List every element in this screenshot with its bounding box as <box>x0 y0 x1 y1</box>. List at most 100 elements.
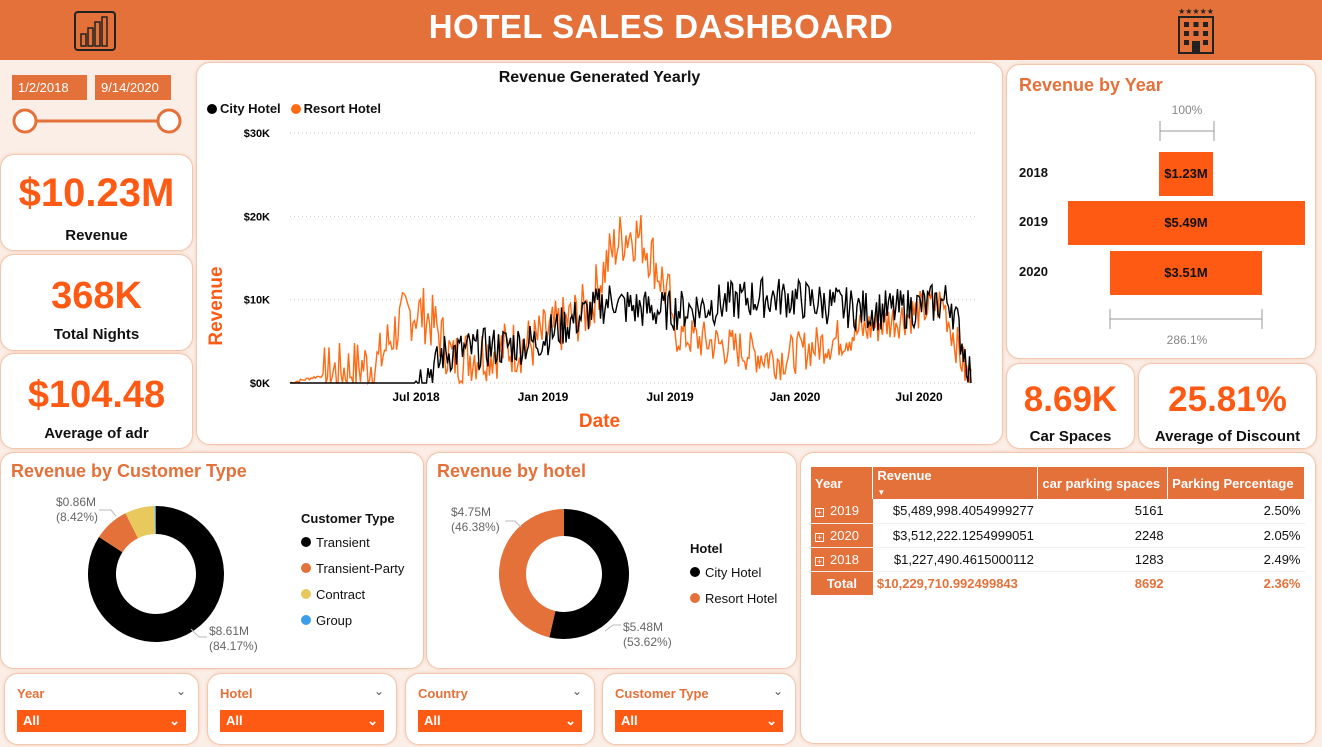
slicer-dropdown[interactable]: All ⌄ <box>418 710 582 732</box>
slider-start-handle[interactable] <box>12 108 38 134</box>
slicer-country[interactable]: Country ⌄ All ⌄ <box>405 673 595 745</box>
legend-item[interactable]: Transient <box>301 529 404 555</box>
funnel-bar[interactable]: $1.23M <box>1159 152 1213 196</box>
row-year[interactable]: +2019 <box>811 499 873 524</box>
legend-item[interactable]: City Hotel <box>690 559 777 585</box>
legend-item[interactable]: Contract <box>301 581 404 607</box>
date-range-slider[interactable] <box>8 106 188 136</box>
kpi-nights-label: Total Nights <box>53 326 140 343</box>
table-total-row: Total $10,229,710.992499843 8692 2.36% <box>811 571 1305 595</box>
funnel-bar[interactable]: $5.49M <box>1067 201 1305 245</box>
expand-icon[interactable]: + <box>815 556 824 566</box>
legend-label: Contract <box>316 586 366 602</box>
legend-label: Group <box>316 612 353 628</box>
chevron-down-icon[interactable]: ⌄ <box>374 684 384 698</box>
legend-label: Resort Hotel <box>705 590 778 606</box>
end-date-input[interactable]: 9/14/2020 <box>95 75 171 100</box>
row-revenue: $3,512,222.1254999051 <box>872 523 1038 548</box>
kpi-car-spaces-value: 8.69K <box>1023 380 1118 419</box>
legend-label: City Hotel <box>705 564 762 580</box>
chevron-down-icon[interactable]: ⌄ <box>766 710 777 732</box>
col-revenue-header[interactable]: Revenue ▼ <box>872 467 1039 499</box>
x-tick-label: Jul 2018 <box>392 390 440 404</box>
slicer-label: Customer Type <box>615 686 709 701</box>
kpi-adr-label: Average of adr <box>44 425 149 442</box>
row-parking: 1283 <box>1037 547 1168 572</box>
legend-item[interactable]: Resort Hotel <box>690 585 777 611</box>
legend-item[interactable]: Transient-Party <box>301 555 404 581</box>
customer-type-legend: Customer Type Transient Transient-Party Co… <box>301 511 404 633</box>
chevron-down-icon[interactable]: ⌄ <box>565 710 576 732</box>
expand-icon[interactable]: + <box>815 532 824 542</box>
col-year-header[interactable]: Year <box>811 467 874 499</box>
kpi-revenue-value: $10.23M <box>18 171 175 215</box>
slicer-customer-type[interactable]: Customer Type ⌄ All ⌄ <box>602 673 796 745</box>
chevron-down-icon[interactable]: ⌄ <box>169 710 180 732</box>
revenue-parking-table: Year Revenue ▼ car parking spaces Parking… <box>811 467 1305 595</box>
row-pct: 2.49% <box>1167 547 1305 572</box>
total-pct: 2.36% <box>1263 575 1301 591</box>
hotel-icon: ★★★★★ <box>1178 7 1214 54</box>
chevron-down-icon[interactable]: ⌄ <box>572 684 582 698</box>
row-parking: 2248 <box>1037 523 1168 548</box>
kpi-car-spaces-label: Car Spaces <box>1029 428 1112 445</box>
table-row[interactable]: +2020 $3,512,222.1254999051 2248 2.05% <box>811 523 1305 548</box>
row-revenue: $5,489,998.4054999277 <box>872 499 1038 524</box>
row-year[interactable]: +2018 <box>811 547 873 572</box>
kpi-adr-value: $104.48 <box>27 374 166 416</box>
page-title: HOTEL SALES DASHBOARD <box>428 8 894 45</box>
y-tick-label: $0K <box>250 378 270 390</box>
expand-icon[interactable]: + <box>815 508 824 518</box>
revenue-by-year-title: Revenue by Year <box>1019 75 1163 95</box>
row-pct: 2.05% <box>1167 523 1305 548</box>
kpi-car-spaces-card: 8.69K Car Spaces <box>1006 363 1135 449</box>
revenue-table-card: Year Revenue ▼ car parking spaces Parking… <box>800 452 1316 744</box>
col-pct-header[interactable]: Parking Percentage <box>1167 467 1305 499</box>
legend-dot <box>301 589 311 599</box>
slicer-label: Country <box>418 686 468 701</box>
start-date-input[interactable]: 1/2/2018 <box>12 75 87 100</box>
slicer-dropdown[interactable]: All ⌄ <box>220 710 384 732</box>
slicer-year[interactable]: Year ⌄ All ⌄ <box>4 673 199 745</box>
col-parking-header[interactable]: car parking spaces <box>1037 467 1169 499</box>
revenue-line-plot: $0K $10K $20K $30K Jul 2018 Jan 2019 Jul 2019… <box>244 128 977 404</box>
kpi-revenue-label: Revenue <box>65 227 128 244</box>
slicer-hotel[interactable]: Hotel ⌄ All ⌄ <box>207 673 397 745</box>
funnel-year-label: 2019 <box>1019 214 1048 229</box>
slicer-label: Year <box>17 686 45 701</box>
legend-item[interactable]: Group <box>301 607 404 633</box>
legend-dot <box>690 593 700 603</box>
slicer-dropdown[interactable]: All ⌄ <box>615 710 783 732</box>
x-tick-label: Jan 2020 <box>770 390 821 404</box>
hotel-legend: Hotel City Hotel Resort Hotel <box>690 541 777 611</box>
x-tick-label: Jan 2019 <box>518 390 569 404</box>
x-tick-label: Jul 2019 <box>646 390 694 404</box>
revenue-by-year-card: Revenue by Year 100% 2018 $1.23M 2019 $5.49… <box>1006 64 1316 359</box>
funnel-top-bracket <box>1159 121 1215 141</box>
kpi-revenue-card: $10.23M Revenue <box>0 154 193 251</box>
revenue-by-hotel-card: Revenue by hotel $4.75M (46.38%) $5.48M (5… <box>426 452 797 669</box>
chevron-down-icon[interactable]: ⌄ <box>367 710 378 732</box>
total-parking: 8692 <box>1134 575 1164 591</box>
row-parking: 5161 <box>1037 499 1168 524</box>
row-year[interactable]: +2020 <box>811 523 873 548</box>
legend-dot <box>301 537 311 547</box>
total-label: Total <box>811 571 873 595</box>
kpi-nights-value: 368K <box>51 275 142 317</box>
table-row[interactable]: +2019 $5,489,998.4054999277 5161 2.50% <box>811 499 1305 524</box>
table-row[interactable]: +2018 $1,227,490.4615000112 1283 2.49% <box>811 547 1305 572</box>
funnel-year-label: 2018 <box>1019 165 1048 180</box>
row-revenue: $1,227,490.4615000112 <box>872 547 1038 572</box>
chevron-down-icon[interactable]: ⌄ <box>773 684 783 698</box>
chevron-down-icon[interactable]: ⌄ <box>176 684 186 698</box>
slicer-dropdown[interactable]: All ⌄ <box>17 710 186 732</box>
y-tick-label: $20K <box>244 211 270 223</box>
y-tick-label: $30K <box>244 128 270 140</box>
slicer-label: Hotel <box>220 686 253 701</box>
legend-dot <box>301 615 311 625</box>
funnel-bar[interactable]: $3.51M <box>1110 251 1262 295</box>
legend-dot <box>301 563 311 573</box>
y-tick-label: $10K <box>244 295 270 307</box>
kpi-adr-card: $104.48 Average of adr <box>0 353 193 449</box>
slider-end-handle[interactable] <box>156 108 182 134</box>
